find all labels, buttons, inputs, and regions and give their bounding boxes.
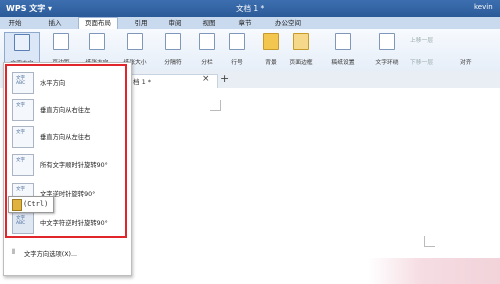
breaks-button[interactable]: 分隔符 [156, 32, 190, 68]
background-icon [263, 33, 279, 50]
menu-item-label: 垂直方向从右往左 [40, 107, 91, 114]
manuscript-settings-button[interactable]: 稿纸设置 [326, 32, 360, 68]
breaks-label: 分隔符 [164, 60, 182, 66]
page-border-label: 页面边框 [289, 60, 313, 66]
text-wrap-icon [379, 33, 395, 50]
line-numbers-button[interactable]: 行号 [220, 32, 254, 68]
manuscript-settings-label: 稿纸设置 [331, 60, 355, 66]
chinese-rotate-icon: 文字ABC [12, 212, 34, 234]
page-border-icon [293, 33, 309, 50]
tab-section[interactable]: 章节 [232, 18, 258, 28]
horizontal-text-icon: 文字ABC [12, 72, 34, 94]
manuscript-grid-icon [335, 33, 351, 50]
menu-item-label: 水平方向 [40, 80, 66, 87]
text-wrap-button[interactable]: 文字环绕 [370, 32, 404, 68]
vertical-ltr-icon: 文字 [12, 126, 34, 148]
app-menu-button[interactable]: WPS 文字 ▾ [6, 3, 52, 14]
user-name[interactable]: kevin [474, 3, 493, 11]
background-button[interactable]: 背景 [254, 32, 288, 68]
tab-start[interactable]: 开始 [2, 18, 28, 28]
send-backward-button[interactable]: 下移一层 [410, 57, 433, 66]
text-direction-icon [14, 34, 30, 51]
bring-forward-button[interactable]: 上移一层 [410, 35, 433, 44]
paste-ctrl-label: (Ctrl) [23, 200, 49, 208]
line-numbers-label: 行号 [231, 60, 243, 66]
vertical-rtl-icon: 文字 [12, 99, 34, 121]
menu-item-label: 垂直方向从左往右 [40, 134, 91, 141]
line-numbers-icon [229, 33, 245, 50]
chevron-down-icon: ▾ [48, 4, 53, 13]
menu-item-label: 所有文字顺时针旋转90° [40, 162, 108, 169]
page-border-button[interactable]: 页面边框 [284, 32, 318, 68]
columns-button[interactable]: 分栏 [190, 32, 224, 68]
page-margins-icon [53, 33, 69, 50]
menu-item-label: 中文字符逆时针旋转90° [40, 220, 108, 227]
close-icon[interactable]: × [202, 74, 210, 84]
tab-references[interactable]: 引用 [128, 18, 154, 28]
menu-item-chinese-rotate[interactable]: 文字ABC 中文字符逆时针旋转90° [6, 210, 124, 236]
align-button[interactable]: 对齐 [460, 57, 472, 66]
tab-view[interactable]: 视图 [196, 18, 222, 28]
menu-item-vertical-rtl[interactable]: 文字 垂直方向从右往左 [6, 97, 124, 123]
options-icon: ⫴ [12, 248, 15, 256]
columns-icon [199, 33, 215, 50]
title-bar: WPS 文字 ▾ 文档 1 * kevin [0, 0, 500, 17]
menu-item-rotate-cw[interactable]: 文字 所有文字顺时针旋转90° [6, 152, 124, 178]
paste-options-button[interactable]: (Ctrl) [8, 196, 54, 213]
menu-item-horizontal[interactable]: 文字ABC 水平方向 [6, 70, 124, 96]
margin-corner-mark [424, 236, 435, 247]
app-name: WPS 文字 [6, 4, 46, 13]
background-label: 背景 [265, 60, 277, 66]
new-tab-button[interactable]: + [220, 72, 229, 85]
document-title: 文档 1 * [236, 4, 265, 13]
clipboard-icon [12, 199, 22, 211]
tab-office-space[interactable]: 办公空间 [268, 18, 308, 28]
text-direction-options-item[interactable]: 文字方向选项(X)... [24, 249, 77, 258]
text-wrap-label: 文字环绕 [375, 60, 399, 66]
page-break-icon [165, 33, 181, 50]
rotate-cw-icon: 文字 [12, 154, 34, 176]
page-orientation-icon [89, 33, 105, 50]
menu-item-vertical-ltr[interactable]: 文字 垂直方向从左往右 [6, 124, 124, 150]
tab-review[interactable]: 审阅 [162, 18, 188, 28]
margin-corner-mark [210, 100, 221, 111]
tab-insert[interactable]: 插入 [42, 18, 68, 28]
paper-size-icon [127, 33, 143, 50]
decorative-gradient [368, 258, 500, 284]
columns-label: 分栏 [201, 60, 213, 66]
